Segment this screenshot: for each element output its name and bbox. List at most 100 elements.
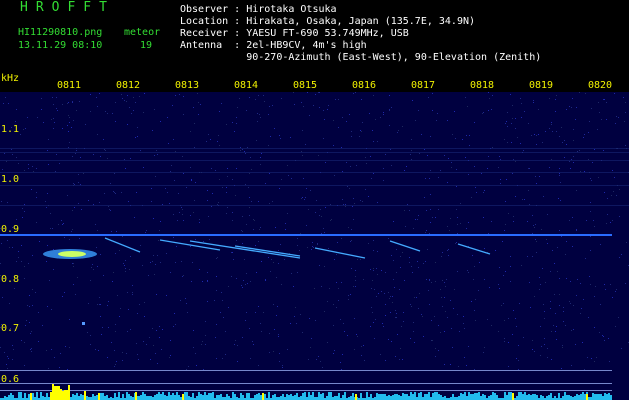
noise-speckle: [153, 345, 154, 346]
noise-speckle: [527, 256, 528, 257]
noise-speckle: [315, 320, 316, 321]
noise-speckle: [274, 128, 275, 129]
noise-speckle: [340, 362, 341, 363]
level-bar: [524, 392, 526, 400]
level-peak: [586, 394, 588, 400]
noise-speckle: [322, 367, 323, 368]
noise-speckle: [74, 184, 75, 185]
noise-speckle: [175, 324, 176, 325]
noise-speckle: [236, 240, 237, 241]
noise-speckle: [68, 131, 69, 132]
noise-speckle: [69, 239, 70, 240]
noise-speckle: [268, 114, 269, 115]
noise-speckle: [75, 294, 76, 295]
level-bar: [384, 394, 386, 400]
noise-speckle: [351, 131, 352, 132]
noise-speckle: [193, 107, 194, 108]
level-bar: [118, 392, 120, 400]
noise-speckle: [411, 150, 412, 151]
level-bar: [220, 394, 222, 400]
level-bar: [494, 393, 496, 400]
noise-speckle: [321, 286, 322, 287]
noise-speckle: [376, 296, 377, 297]
noise-speckle: [234, 131, 235, 132]
noise-speckle: [264, 101, 265, 102]
noise-speckle: [96, 97, 97, 98]
noise-speckle: [586, 220, 587, 221]
noise-speckle: [198, 114, 199, 115]
noise-speckle: [524, 111, 525, 112]
noise-speckle: [351, 229, 352, 230]
level-bar: [562, 396, 564, 400]
noise-speckle: [360, 259, 361, 260]
noise-speckle: [51, 309, 52, 310]
noise-speckle: [185, 298, 186, 299]
noise-speckle: [547, 357, 548, 358]
level-bar: [576, 394, 578, 400]
level-bar: [534, 394, 536, 400]
noise-speckle: [341, 282, 342, 283]
noise-speckle: [402, 252, 403, 253]
noise-speckle: [258, 201, 259, 202]
level-bar: [76, 393, 78, 400]
noise-speckle: [550, 301, 551, 302]
noise-speckle: [375, 119, 376, 120]
noise-speckle: [508, 366, 509, 367]
noise-speckle: [279, 188, 280, 189]
noise-speckle: [81, 209, 82, 210]
noise-speckle: [471, 301, 472, 302]
noise-speckle: [149, 337, 150, 338]
noise-speckle: [3, 103, 4, 104]
time-tick: 0817: [411, 80, 436, 91]
noise-speckle: [255, 312, 256, 313]
noise-speckle: [534, 351, 535, 352]
noise-speckle: [315, 94, 316, 95]
noise-speckle: [12, 359, 13, 360]
noise-speckle: [510, 256, 511, 257]
noise-speckle: [47, 306, 48, 307]
noise-speckle: [43, 122, 44, 123]
noise-speckle: [573, 156, 574, 157]
noise-speckle: [454, 289, 455, 290]
noise-speckle: [557, 271, 558, 272]
level-peak: [66, 390, 68, 400]
noise-speckle: [199, 222, 200, 223]
level-bar: [308, 392, 310, 400]
noise-speckle: [308, 209, 309, 210]
noise-speckle: [47, 193, 48, 194]
noise-speckle: [285, 229, 286, 230]
noise-speckle: [536, 252, 537, 253]
noise-speckle: [75, 153, 76, 154]
noise-speckle: [503, 303, 504, 304]
noise-speckle: [623, 97, 624, 98]
noise-speckle: [294, 104, 295, 105]
noise-speckle: [208, 216, 209, 217]
noise-speckle: [338, 300, 339, 301]
noise-speckle: [291, 178, 292, 179]
noise-speckle: [423, 336, 424, 337]
noise-speckle: [499, 156, 500, 157]
noise-speckle: [221, 292, 222, 293]
noise-speckle: [342, 199, 343, 200]
noise-speckle: [508, 318, 509, 319]
noise-band: [0, 205, 629, 206]
level-peak: [62, 391, 64, 400]
antenna-direction-line: 90-270-Azimuth (East-West), 90-Elevation…: [180, 52, 542, 63]
noise-speckle: [413, 228, 414, 229]
noise-speckle: [432, 93, 433, 94]
noise-speckle: [310, 347, 311, 348]
noise-speckle: [547, 243, 548, 244]
noise-speckle: [65, 346, 66, 347]
noise-speckle: [504, 338, 505, 339]
noise-speckle: [552, 131, 553, 132]
noise-speckle: [338, 127, 339, 128]
noise-speckle: [205, 335, 206, 336]
noise-speckle: [62, 128, 63, 129]
level-bar: [406, 394, 408, 400]
noise-speckle: [90, 280, 91, 281]
frequency-tick: 0.9: [1, 224, 20, 235]
noise-speckle: [498, 167, 499, 168]
noise-speckle: [137, 313, 138, 314]
noise-speckle: [564, 157, 565, 158]
noise-speckle: [278, 334, 279, 335]
